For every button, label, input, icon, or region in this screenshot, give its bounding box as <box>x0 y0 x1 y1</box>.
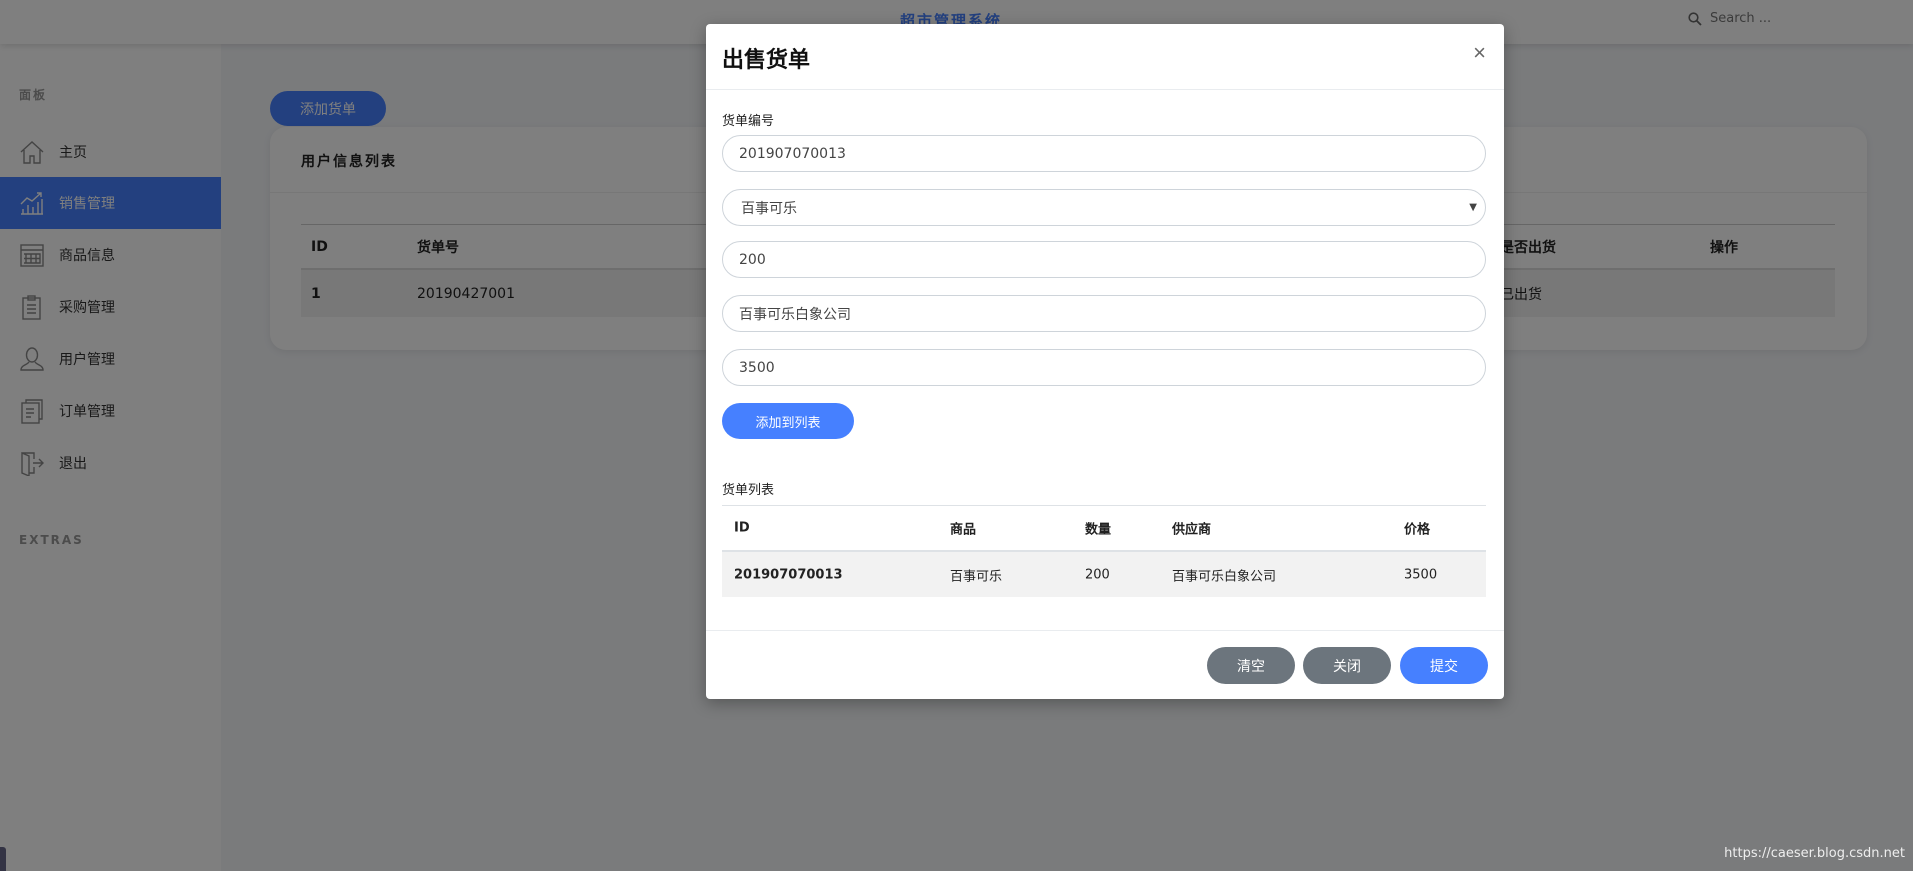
modal-title: 出售货单 <box>722 48 811 73</box>
order-list-table: ID 商品 数量 供应商 价格 201907070013 百事可乐 200 百事… <box>722 505 1486 597</box>
sell-order-modal: 出售货单 × 货单编号 201907070013 百事可乐 ▼ 200 百事可乐白… <box>706 24 1504 699</box>
close-button[interactable]: 关闭 <box>1303 647 1391 684</box>
order-id-label: 货单编号 <box>722 114 775 129</box>
cell: 3500 <box>1404 567 1438 582</box>
divider <box>706 89 1504 90</box>
order-list-label: 货单列表 <box>722 483 775 498</box>
col-header: ID <box>734 520 750 536</box>
divider <box>706 630 1504 631</box>
chevron-down-icon: ▼ <box>1469 202 1477 213</box>
edge-tab <box>0 847 6 871</box>
product-select[interactable]: 百事可乐 ▼ <box>722 189 1486 226</box>
cell: 200 <box>1085 567 1110 582</box>
price-input[interactable]: 3500 <box>722 349 1486 386</box>
input-value: 3500 <box>739 359 775 376</box>
submit-button[interactable]: 提交 <box>1400 647 1488 684</box>
supplier-input[interactable]: 百事可乐白象公司 <box>722 295 1486 332</box>
close-icon[interactable]: × <box>1473 40 1486 66</box>
col-header: 供应商 <box>1172 522 1212 538</box>
cell: 百事可乐白象公司 <box>1172 569 1277 584</box>
clear-button[interactable]: 清空 <box>1207 647 1295 684</box>
input-value: 百事可乐白象公司 <box>739 306 851 323</box>
cell: 201907070013 <box>734 567 843 582</box>
col-header: 商品 <box>950 522 977 538</box>
add-to-list-button[interactable]: 添加到列表 <box>722 403 854 439</box>
col-header: 价格 <box>1404 522 1431 538</box>
input-value: 200 <box>739 251 766 268</box>
input-value: 201907070013 <box>739 145 846 162</box>
cell: 百事可乐 <box>950 569 1003 584</box>
quantity-input[interactable]: 200 <box>722 241 1486 278</box>
select-value: 百事可乐 <box>741 200 797 217</box>
order-id-input[interactable]: 201907070013 <box>722 135 1486 172</box>
watermark: https://caeser.blog.csdn.net <box>1724 846 1905 861</box>
table-row: 201907070013 百事可乐 200 百事可乐白象公司 3500 <box>722 552 1486 597</box>
col-header: 数量 <box>1085 522 1112 538</box>
table-header-row: ID 商品 数量 供应商 价格 <box>722 505 1486 552</box>
